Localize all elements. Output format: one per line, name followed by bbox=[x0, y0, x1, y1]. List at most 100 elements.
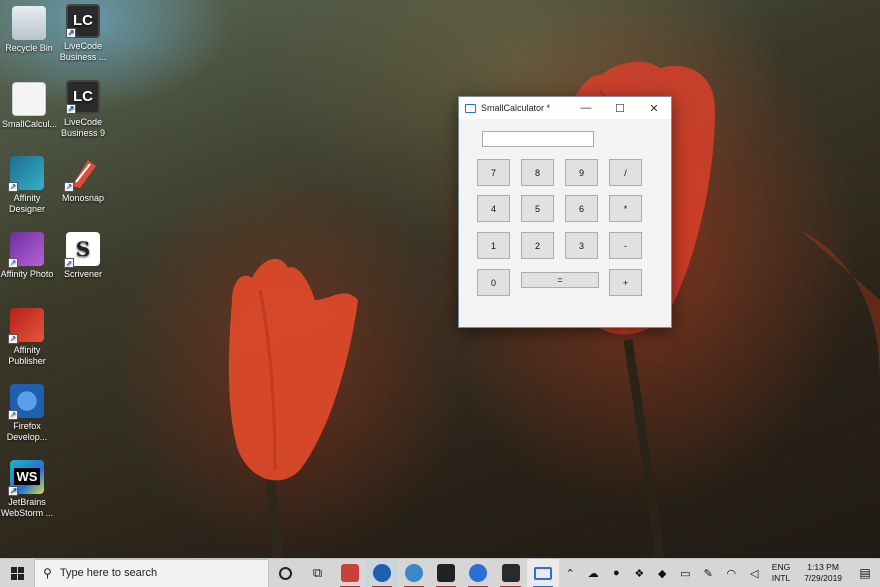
maximize-button[interactable]: ☐ bbox=[603, 97, 637, 119]
livecode-icon bbox=[501, 564, 520, 582]
firefox-icon bbox=[372, 564, 391, 582]
search-icon: ⚲ bbox=[43, 566, 52, 580]
desktop-icon-webstorm[interactable]: WS ↗ JetBrains WebStorm ... bbox=[0, 460, 54, 519]
taskbar-app-firefox[interactable] bbox=[365, 558, 398, 587]
recycle-bin-icon bbox=[12, 6, 46, 40]
clock-date: 7/29/2019 bbox=[804, 573, 843, 583]
taskbar-app-firefox-developer[interactable] bbox=[462, 559, 494, 587]
calc-button-4[interactable]: 4 bbox=[477, 195, 510, 222]
taskbar-app-livecode[interactable] bbox=[494, 559, 526, 587]
close-button[interactable]: ✕ bbox=[637, 97, 671, 119]
calc-button-add[interactable]: + bbox=[609, 269, 642, 296]
taskbar-clock[interactable]: 1:13 PM 7/29/2019 bbox=[796, 562, 850, 584]
taskbar-app-terminal[interactable] bbox=[430, 559, 462, 587]
language-code: ENG bbox=[771, 562, 791, 572]
taskbar-search-box[interactable]: ⚲ Type here to search bbox=[34, 558, 270, 587]
livecode-logo-text: LC bbox=[73, 12, 93, 29]
window-app-icon bbox=[533, 566, 552, 580]
minimize-button[interactable]: — bbox=[569, 97, 603, 119]
keyboard-layout: INTL bbox=[771, 573, 791, 583]
tray-app-icon[interactable]: ◆ bbox=[651, 559, 674, 587]
window-titlebar[interactable]: SmallCalculator * — ☐ ✕ bbox=[459, 97, 671, 119]
window-title: SmallCalculator * bbox=[481, 103, 551, 113]
action-center-button[interactable]: ▤ bbox=[850, 559, 880, 587]
webstorm-logo-text: WS bbox=[13, 468, 41, 485]
desktop-icon-scrivener[interactable]: S ↗ Scrivener bbox=[56, 232, 110, 280]
chat-app-icon bbox=[405, 564, 423, 582]
calc-button-1[interactable]: 1 bbox=[477, 232, 510, 259]
cortana-button[interactable] bbox=[269, 559, 301, 587]
terminal-icon bbox=[437, 564, 456, 582]
firefox-developer-icon: ↗ bbox=[8, 384, 44, 420]
calc-button-divide[interactable]: / bbox=[609, 159, 642, 186]
desktop-icon-label: LiveCode Business 9 bbox=[60, 117, 106, 138]
calculator-window[interactable]: SmallCalculator * — ☐ ✕ 7 8 9 / 4 5 6 * … bbox=[458, 96, 672, 328]
calc-button-2[interactable]: 2 bbox=[521, 232, 554, 259]
affinity-designer-icon: ↗ bbox=[8, 156, 44, 192]
desktop-icon-label: Affinity Designer bbox=[8, 193, 46, 214]
snipping-tool-icon bbox=[340, 564, 359, 582]
pen-icon[interactable]: ✎ bbox=[697, 559, 720, 587]
wifi-icon[interactable]: ◠ bbox=[720, 559, 743, 587]
webstorm-icon: WS ↗ bbox=[8, 460, 44, 496]
calc-button-0[interactable]: 0 bbox=[477, 269, 510, 296]
tray-app-icon[interactable]: ● bbox=[605, 559, 628, 587]
desktop-icon-label: LiveCode Business ... bbox=[59, 41, 107, 62]
calc-button-multiply[interactable]: * bbox=[609, 195, 642, 222]
calculator-body: 7 8 9 / 4 5 6 * 1 2 3 - 0 = + bbox=[459, 119, 671, 327]
monosnap-icon: ↗ bbox=[64, 156, 100, 192]
shortcut-arrow-icon: ↗ bbox=[64, 182, 74, 192]
desktop-icon-label: Firefox Develop... bbox=[6, 421, 48, 442]
desktop-icon-label: Recycle Bin bbox=[5, 43, 53, 53]
language-indicator[interactable]: ENG INTL bbox=[766, 562, 796, 584]
taskbar-app-messenger[interactable] bbox=[398, 559, 430, 587]
shortcut-arrow-icon: ↗ bbox=[66, 28, 76, 38]
shortcut-arrow-icon: ↗ bbox=[64, 258, 74, 268]
desktop-icon-smallcalculator[interactable]: SmallCalcul... bbox=[2, 82, 58, 130]
window-app-icon bbox=[465, 103, 476, 113]
battery-icon[interactable]: ▭ bbox=[674, 559, 697, 587]
desktop-icon-affinity-publisher[interactable]: ↗ Affinity Publisher bbox=[0, 308, 54, 367]
shortcut-arrow-icon: ↗ bbox=[8, 486, 18, 496]
desktop-icon-monosnap[interactable]: ↗ Monosnap bbox=[56, 156, 110, 204]
calc-button-9[interactable]: 9 bbox=[565, 159, 598, 186]
shortcut-arrow-icon: ↗ bbox=[8, 182, 18, 192]
desktop-icon-affinity-photo[interactable]: ↗ Affinity Photo bbox=[0, 232, 54, 280]
calc-button-equals[interactable]: = bbox=[521, 272, 599, 288]
document-file-icon bbox=[12, 82, 46, 116]
calc-button-5[interactable]: 5 bbox=[521, 195, 554, 222]
desktop-icon-label: JetBrains WebStorm ... bbox=[0, 497, 54, 518]
desktop-icon-label: Affinity Publisher bbox=[8, 345, 46, 366]
system-tray: ⌃ ☁ ● ❖ ◆ ▭ ✎ ◠ ◁ ENG INTL 1:13 PM 7/29/… bbox=[559, 559, 880, 587]
calculator-display[interactable] bbox=[482, 131, 594, 147]
clock-time: 1:13 PM bbox=[807, 562, 839, 572]
notification-icon: ▤ bbox=[859, 566, 871, 580]
desktop-icon-label: Affinity Photo bbox=[0, 269, 54, 279]
desktop-icon-recycle-bin[interactable]: Recycle Bin bbox=[2, 6, 56, 54]
volume-icon[interactable]: ◁ bbox=[743, 559, 766, 587]
desktop-icon-affinity-designer[interactable]: ↗ Affinity Designer bbox=[0, 156, 54, 215]
task-view-icon: ⧉ bbox=[312, 565, 323, 580]
desktop-icon-firefox-developer[interactable]: ↗ Firefox Develop... bbox=[0, 384, 54, 443]
onedrive-icon[interactable]: ☁ bbox=[582, 559, 605, 587]
calc-button-7[interactable]: 7 bbox=[477, 159, 510, 186]
search-placeholder: Type here to search bbox=[59, 567, 158, 579]
calc-button-subtract[interactable]: - bbox=[609, 232, 642, 259]
shortcut-arrow-icon: ↗ bbox=[8, 258, 18, 268]
shortcut-arrow-icon: ↗ bbox=[8, 334, 18, 344]
calc-button-3[interactable]: 3 bbox=[565, 232, 598, 259]
taskbar-app-smallcalculator[interactable] bbox=[526, 558, 559, 587]
cortana-icon bbox=[278, 566, 292, 580]
affinity-photo-icon: ↗ bbox=[8, 232, 44, 268]
desktop-icon-livecode-business-9[interactable]: LC ↗ LiveCode Business 9 bbox=[56, 80, 110, 139]
start-button[interactable] bbox=[0, 559, 34, 587]
calc-button-8[interactable]: 8 bbox=[521, 159, 554, 186]
chevron-up-icon[interactable]: ⌃ bbox=[559, 559, 582, 587]
desktop-icon-livecode-business[interactable]: LC ↗ LiveCode Business ... bbox=[56, 4, 110, 63]
task-view-button[interactable]: ⧉ bbox=[301, 559, 333, 587]
taskbar-app-snipping[interactable] bbox=[334, 559, 366, 587]
firefox-developer-icon bbox=[469, 564, 488, 582]
desktop-icon-label: SmallCalcul... bbox=[2, 119, 58, 129]
calc-button-6[interactable]: 6 bbox=[565, 195, 598, 222]
dropbox-icon[interactable]: ❖ bbox=[628, 559, 651, 587]
